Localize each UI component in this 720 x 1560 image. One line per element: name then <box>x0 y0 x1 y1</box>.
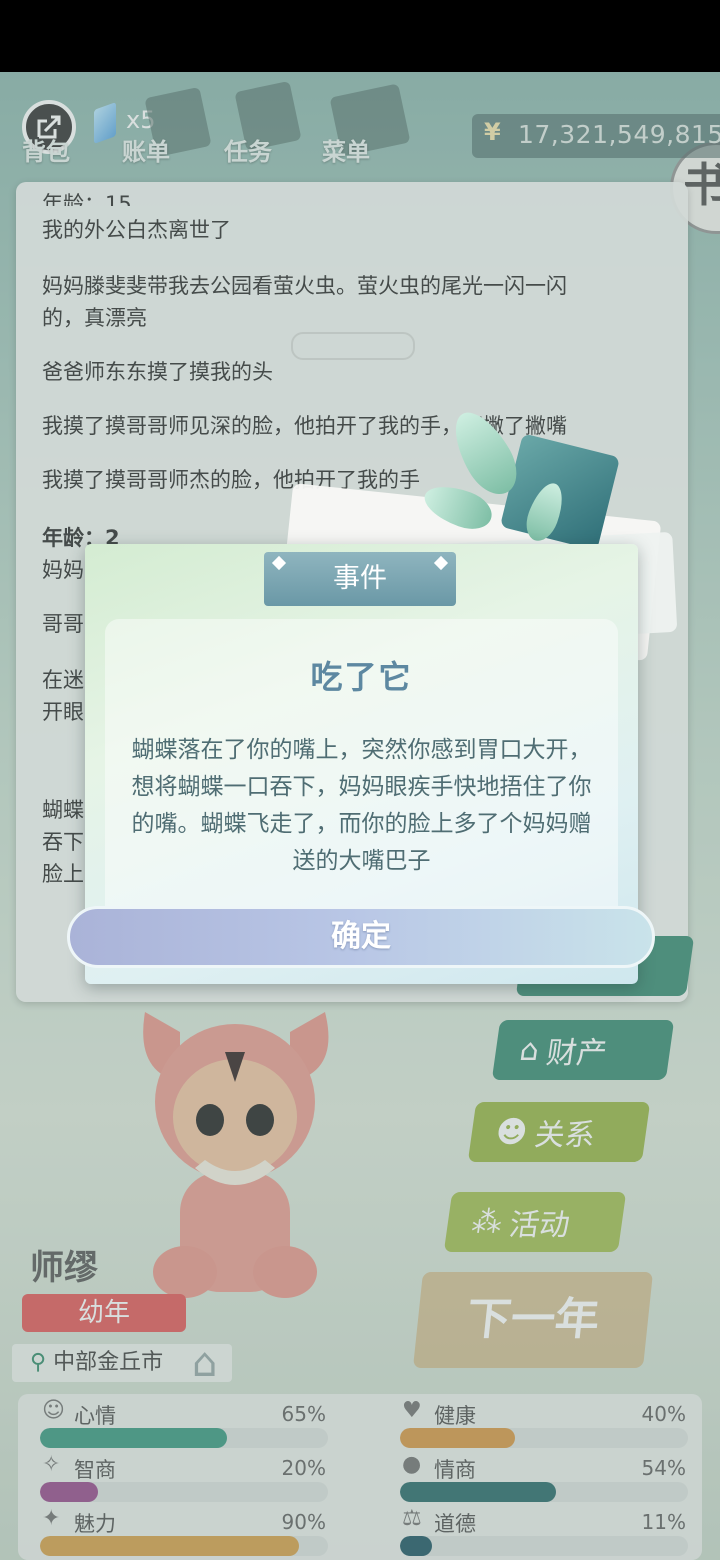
log-line: 开眼 <box>42 700 84 724</box>
stat-label: 智商 <box>74 1458 116 1482</box>
stat-fill <box>400 1536 432 1556</box>
apple-icon: ● <box>402 1452 422 1477</box>
game-screen: x5 背包 账单 任务 菜单 ¥ 17,321,549,815 书 年龄：15 … <box>0 72 720 1560</box>
location-name: 中部金丘市 <box>53 1350 164 1375</box>
gem-icon <box>94 101 116 145</box>
nav-backpack[interactable]: 背包 <box>22 132 70 167</box>
next-year-button[interactable]: 下一年 <box>412 1272 654 1368</box>
log-line: 我的外公白杰离世了 <box>42 218 231 242</box>
stat-label: 健康 <box>434 1404 476 1428</box>
nav-menu[interactable]: 菜单 <box>322 132 370 167</box>
stat-fill <box>40 1482 98 1502</box>
property-button[interactable]: ⌂ 财产 <box>491 1020 675 1080</box>
stat-percent: 20% <box>281 1456 326 1480</box>
stat-morality: ⚖ 道德 11% <box>398 1506 688 1558</box>
ornament-divider <box>291 332 415 360</box>
stat-eq: ● 情商 54% <box>398 1452 688 1504</box>
smile-icon: ☺ <box>42 1398 65 1423</box>
character-name: 师缪 <box>30 1248 98 1288</box>
stat-percent: 11% <box>641 1510 686 1534</box>
event-tag: 事件 <box>264 552 456 606</box>
location-pin-icon: ⚲ <box>30 1350 47 1375</box>
yuan-icon: ¥ <box>484 118 501 146</box>
stats-panel: ☺ 心情 65% ♥ 健康 40% ✧ 智商 20% ● 情商 54% ✦ 魅力… <box>18 1394 702 1560</box>
log-line: 哥哥 <box>42 612 84 636</box>
stat-fill <box>40 1428 228 1448</box>
scale-icon: ⚖ <box>402 1506 422 1531</box>
diamond-icon <box>433 555 449 571</box>
stat-percent: 90% <box>281 1510 326 1534</box>
stat-label: 道德 <box>434 1512 476 1536</box>
stat-fill <box>40 1536 300 1556</box>
activity-icon: ⁂ <box>469 1204 505 1240</box>
nav-bill[interactable]: 账单 <box>122 132 170 167</box>
heart-icon: ♥ <box>402 1398 422 1423</box>
stat-percent: 40% <box>641 1402 686 1426</box>
stat-label: 魅力 <box>74 1512 116 1536</box>
log-line: 的，真漂亮 <box>42 306 147 330</box>
status-bar <box>0 0 720 72</box>
home-icon: ⌂ <box>517 1032 542 1068</box>
log-line: 妈妈 <box>42 558 84 582</box>
log-line: 在迷 <box>42 668 84 692</box>
stat-health: ♥ 健康 40% <box>398 1398 688 1450</box>
bulb-icon: ✧ <box>42 1452 61 1477</box>
people-icon: ☻ <box>493 1114 530 1150</box>
relations-button[interactable]: ☻ 关系 <box>467 1102 651 1162</box>
stat-label: 情商 <box>434 1458 476 1482</box>
diamond-icon <box>271 555 287 571</box>
stat-mood: ☺ 心情 65% <box>38 1398 328 1450</box>
stat-fill <box>400 1428 516 1448</box>
log-line: 妈妈滕斐斐带我去公园看萤火虫。萤火虫的尾光一闪一闪 <box>42 274 567 298</box>
log-line: 爸爸师东东摸了摸我的头 <box>42 360 273 384</box>
stat-percent: 54% <box>641 1456 686 1480</box>
confirm-button[interactable]: 确定 <box>67 906 655 968</box>
stat-percent: 65% <box>281 1402 326 1426</box>
event-description: 蝴蝶落在了你的嘴上，突然你感到胃口大开，想将蝴蝶一口吞下，妈妈眼疾手快地捂住了你… <box>131 737 592 874</box>
nav-task[interactable]: 任务 <box>224 132 272 167</box>
home-outline-icon: ⌂ <box>192 1340 218 1386</box>
log-line: 蝴蝶 <box>42 798 84 822</box>
activity-button[interactable]: ⁂ 活动 <box>443 1192 627 1252</box>
stat-fill <box>400 1482 556 1502</box>
top-nav: x5 背包 账单 任务 菜单 ¥ 17,321,549,815 <box>0 72 720 192</box>
relations-label: 关系 <box>532 1118 598 1153</box>
stat-charm: ✦ 魅力 90% <box>38 1506 328 1558</box>
event-tag-label: 事件 <box>333 563 387 594</box>
life-stage-badge: 幼年 <box>22 1294 186 1332</box>
event-title: 吃了它 <box>310 658 413 696</box>
sparkle-icon: ✦ <box>42 1506 61 1531</box>
character-avatar <box>143 1012 329 1298</box>
log-line: 吞下 <box>42 830 84 854</box>
stat-iq: ✧ 智商 20% <box>38 1452 328 1504</box>
log-line: 脸上 <box>42 862 84 886</box>
stat-label: 心情 <box>74 1404 116 1428</box>
money-value: 17,321,549,815 <box>518 120 720 149</box>
activity-label: 活动 <box>507 1208 572 1243</box>
property-label: 财产 <box>544 1036 610 1071</box>
